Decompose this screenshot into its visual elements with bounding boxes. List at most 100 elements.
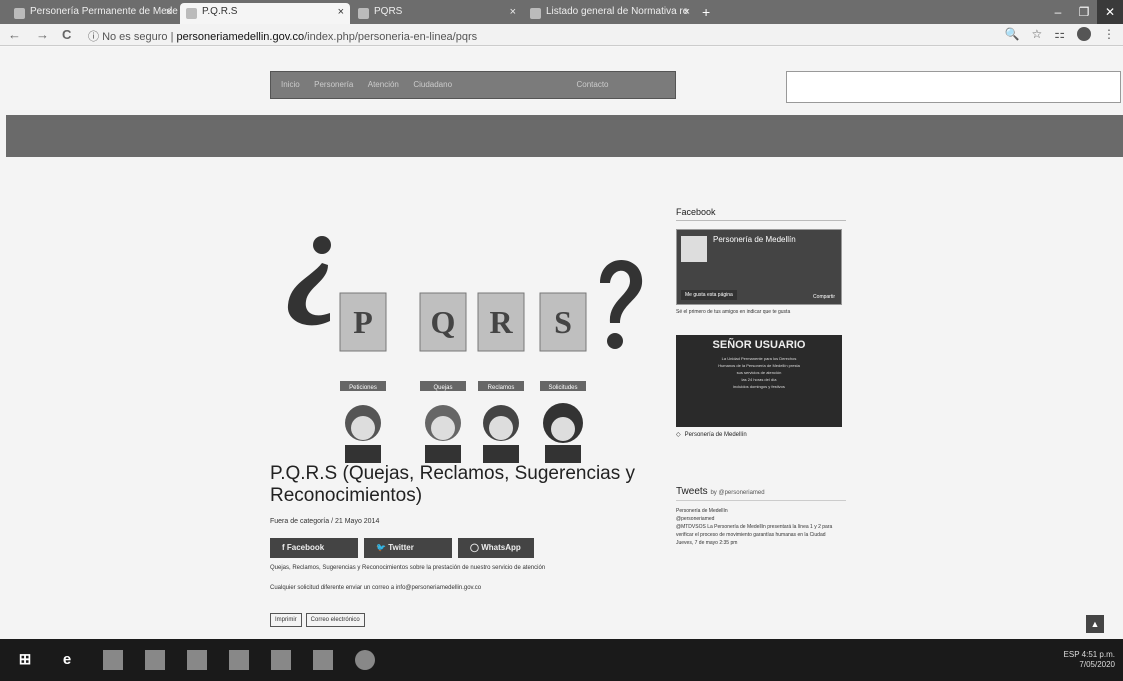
scroll-to-top-button[interactable]: ▲ [1086, 615, 1104, 633]
favicon-icon [358, 8, 369, 19]
outlook-icon[interactable] [310, 647, 336, 673]
letter-card-r: R Reclamos [477, 292, 525, 391]
tweet: Personería de Medellín @personeriamed @M… [676, 507, 836, 547]
extension-icon[interactable]: ⚏ [1054, 27, 1065, 41]
svg-text:Reclamos: Reclamos [488, 385, 515, 391]
article-actions: Imprimir Correo electrónico [270, 613, 365, 627]
bookmark-star-icon[interactable]: ☆ [1031, 27, 1042, 41]
letter-card-s: S Solicitudes [539, 292, 587, 391]
inverted-question-mark-icon [287, 236, 331, 326]
windows-taskbar: ⊞ e ESP 4:51 p.m. 7/05/2020 [0, 639, 1123, 681]
windows-start-icon[interactable]: ⊞ [12, 647, 38, 673]
forward-button[interactable]: → [36, 27, 49, 42]
nav-item[interactable]: Ciudadano [413, 80, 452, 89]
svg-text:S: S [554, 304, 572, 340]
fb-share-button[interactable]: Compartir [813, 294, 835, 300]
svg-text:R: R [489, 304, 513, 340]
personeria-logo [681, 236, 707, 262]
address-bar: ← → C ⓘ No es seguro | personeriamedelli… [0, 24, 1123, 46]
browser-tab-bar: Personería Permanente de Medellín × P.Q.… [0, 0, 1123, 24]
clock-date[interactable]: 7/05/2020 [1079, 660, 1115, 669]
info-icon[interactable]: ⓘ [88, 31, 99, 43]
email-button[interactable]: Correo electrónico [305, 613, 365, 627]
svg-text:Q: Q [431, 304, 456, 340]
nav-item[interactable]: Personería [314, 80, 353, 89]
file-explorer-icon[interactable] [142, 647, 168, 673]
tweets-by[interactable]: by @personeriamed [710, 490, 764, 496]
reload-button[interactable]: C [62, 27, 71, 42]
article-title: P.Q.R.S (Quejas, Reclamos, Sugerencias y… [270, 463, 636, 506]
tweets-heading: Tweets by @personeriamed [676, 486, 846, 501]
letter-card-p: P Peticiones [339, 292, 387, 391]
clock-time[interactable]: 4:51 p.m. [1082, 650, 1115, 659]
nav-item[interactable]: Inicio [281, 80, 300, 89]
site-nav-bar: Inicio Personería Atención Ciudadano Con… [270, 71, 676, 99]
notice-line: incluidos domingos y festivos [733, 384, 785, 389]
share-buttons: f Facebook 🐦 Twitter ◯ WhatsApp [270, 538, 534, 558]
word-icon[interactable] [268, 647, 294, 673]
minimize-button[interactable]: – [1045, 0, 1071, 24]
tab-pqrs[interactable]: PQRS × [352, 3, 522, 24]
facebook-heading: Facebook [676, 207, 846, 221]
url-field[interactable]: ⓘ No es seguro | personeriamedellin.gov.… [88, 28, 477, 44]
fb-post-footer: ◇ Personería de Medellín [676, 431, 846, 439]
menu-icon[interactable]: ⋮ [1103, 27, 1115, 41]
share-twitter-button[interactable]: 🐦 Twitter [364, 538, 452, 558]
back-button[interactable]: ← [8, 27, 21, 42]
tab-pqrs-active[interactable]: P.Q.R.S × [180, 3, 350, 24]
tab-label: Personería Permanente de Medellín [30, 6, 178, 17]
tab-label: PQRS [374, 6, 403, 17]
chrome-icon[interactable] [352, 647, 378, 673]
personeria-logo-icon: ◇ [676, 432, 681, 438]
close-window-button[interactable]: ✕ [1097, 0, 1123, 24]
security-label: No es seguro [102, 31, 168, 43]
taskbar-app-icon[interactable] [100, 647, 126, 673]
nav-item[interactable]: Atención [368, 80, 399, 89]
site-search-input[interactable] [786, 71, 1121, 103]
svg-text:Solicitudes: Solicitudes [548, 385, 577, 391]
language-indicator[interactable]: ESP [1064, 650, 1080, 659]
tab-normativa[interactable]: Listado general de Normativa re × [524, 3, 696, 24]
internet-explorer-icon[interactable]: e [54, 647, 80, 673]
close-tab-icon[interactable]: × [510, 6, 516, 18]
profile-avatar[interactable] [1077, 27, 1091, 41]
share-facebook-button[interactable]: f Facebook [270, 538, 358, 558]
close-tab-icon[interactable]: × [338, 6, 344, 18]
system-tray: ESP 4:51 p.m. 7/05/2020 [1064, 650, 1115, 670]
address-bar-icons: 🔍 ☆ ⚏ ⋮ [1005, 27, 1115, 41]
notice-line: las 24 horas del día [741, 377, 777, 382]
fb-like-button[interactable]: Me gusta esta página [681, 290, 737, 300]
letter-card-q: Q Quejas [419, 292, 467, 391]
taskbar-app-icon[interactable] [184, 647, 210, 673]
sidebar: Facebook Personería de Medellín Me gusta… [676, 207, 846, 547]
tweet-author[interactable]: Personería de Medellín [676, 507, 836, 515]
tweet-handle[interactable]: @personeriamed [676, 515, 836, 523]
article-meta: Fuera de categoría / 21 Mayo 2014 [270, 518, 380, 525]
favicon-icon [530, 8, 541, 19]
question-mark-icon [600, 259, 643, 349]
article-paragraph: Cualquier solicitud diferente enviar un … [270, 585, 482, 591]
header-band [6, 115, 1123, 157]
zoom-icon[interactable]: 🔍 [1005, 27, 1020, 41]
tab-personeria[interactable]: Personería Permanente de Medellín × [8, 3, 178, 24]
notice-title: SEÑOR USUARIO [712, 339, 806, 351]
facebook-page-card[interactable]: Personería de Medellín Me gusta esta pág… [676, 229, 842, 305]
maximize-button[interactable]: ❐ [1071, 0, 1097, 24]
senor-usuario-notice: SEÑOR USUARIO La Unidad Permanente para … [676, 335, 842, 427]
close-tab-icon[interactable]: × [166, 6, 172, 18]
share-whatsapp-button[interactable]: ◯ WhatsApp [458, 538, 534, 558]
svg-text:Peticiones: Peticiones [349, 385, 377, 391]
tab-label: P.Q.R.S [202, 6, 238, 17]
pqrs-illustration: P Peticiones Q Quejas R Reclamos S Solic… [287, 236, 643, 463]
fb-page-name[interactable]: Personería de Medellín [713, 235, 796, 244]
close-tab-icon[interactable]: × [684, 6, 690, 18]
fb-post-author[interactable]: Personería de Medellín [685, 432, 747, 438]
print-button[interactable]: Imprimir [270, 613, 302, 627]
taskbar-app-icon[interactable] [226, 647, 252, 673]
notice-line: La Unidad Permanente para los Derechos [721, 356, 797, 361]
window-controls: – ❐ ✕ [1045, 0, 1123, 24]
new-tab-button[interactable]: + [702, 4, 710, 20]
fb-friends-text: Sé el primero de tus amigos en indicar q… [676, 309, 791, 315]
nav-item[interactable]: Contacto [576, 80, 608, 89]
tweet-text: @MTDVSOS La Personería de Medellín prese… [676, 524, 833, 538]
